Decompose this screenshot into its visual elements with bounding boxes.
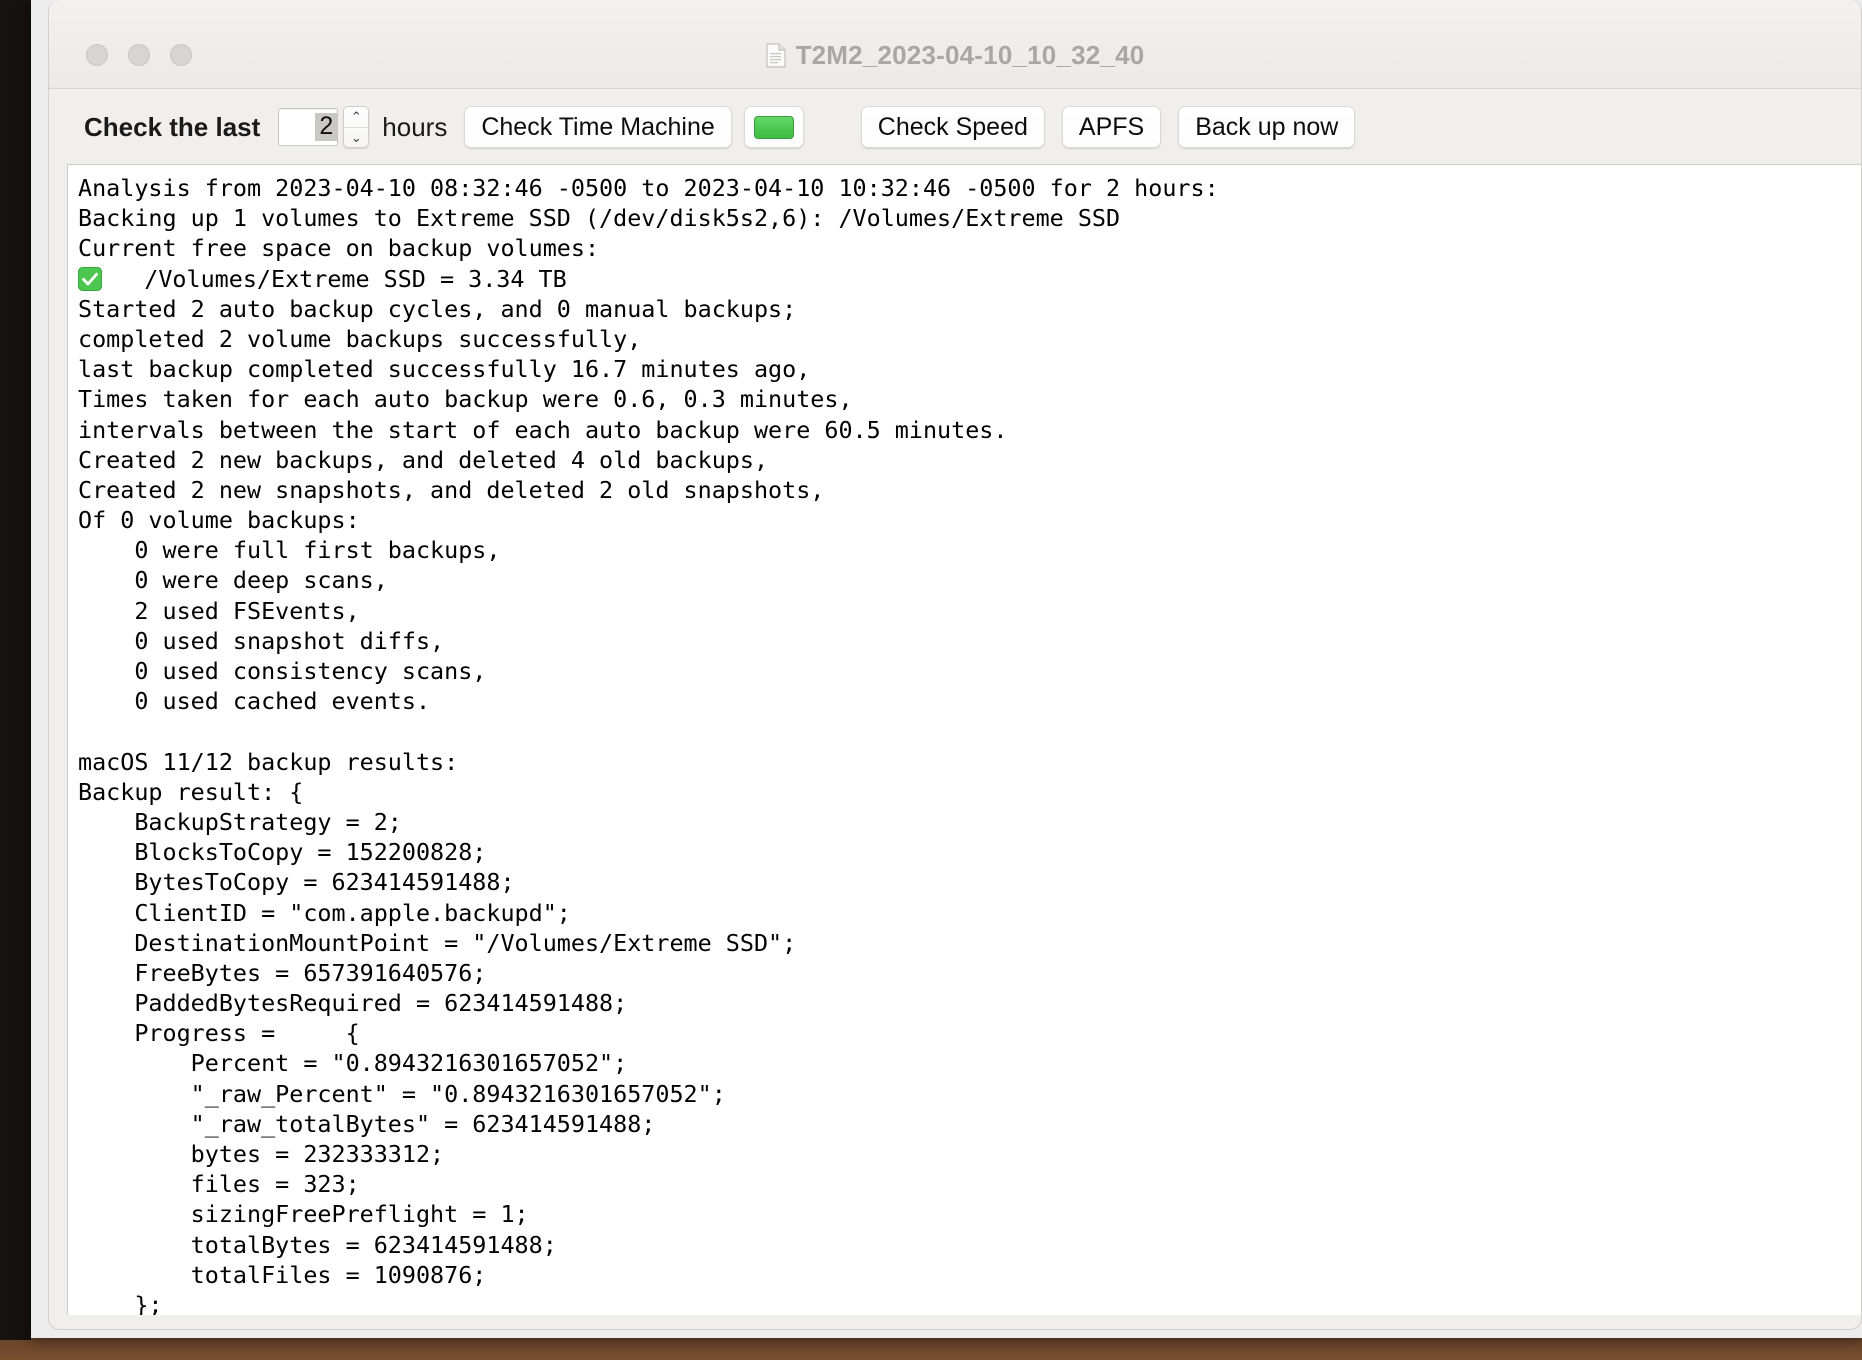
hours-input-value: 2	[315, 113, 338, 141]
log-line: 0 used snapshot diffs,	[78, 626, 445, 655]
log-line: totalFiles = 1090876;	[78, 1260, 487, 1289]
title-bar-center: T2M2_2023-04-10_10_32_40	[49, 40, 1861, 71]
log-line: BackupStrategy = 2;	[78, 807, 402, 836]
log-line: Times taken for each auto backup were 0.…	[78, 385, 853, 414]
log-line: 0 were full first backups,	[78, 536, 501, 565]
check-last-label: Check the last	[84, 111, 261, 142]
status-indicator-container	[743, 106, 804, 148]
hours-unit-label: hours	[382, 111, 448, 142]
log-line: "_raw_totalBytes" = 623414591488;	[78, 1109, 656, 1138]
log-line: totalBytes = 623414591488;	[78, 1230, 557, 1259]
log-line: Analysis from 2023-04-10 08:32:46 -0500 …	[78, 174, 1219, 202]
apfs-button[interactable]: APFS	[1061, 106, 1162, 148]
stepper-down-icon[interactable]: ⌄	[344, 128, 368, 148]
desktop-left-gutter	[0, 0, 31, 1340]
log-line: Started 2 auto backup cycles, and 0 manu…	[78, 294, 797, 323]
check-speed-button[interactable]: Check Speed	[860, 106, 1045, 148]
log-line: FreeBytes = 657391640576;	[78, 958, 487, 987]
minimize-button[interactable]	[128, 44, 150, 66]
log-line: macOS 11/12 backup results:	[78, 747, 459, 776]
document-icon	[765, 43, 786, 68]
log-line: Created 2 new backups, and deleted 4 old…	[78, 445, 769, 474]
log-line: ClientID = "com.apple.backupd";	[78, 898, 571, 927]
log-line: };	[78, 1290, 163, 1315]
window-controls	[86, 44, 192, 66]
window-content: T2M2_2023-04-10_10_32_40 Check the last …	[48, 0, 1862, 1330]
log-line: /Volumes/Extreme SSD = 3.34 TB	[78, 264, 1861, 294]
log-line: DestinationMountPoint = "/Volumes/Extrem…	[78, 928, 797, 957]
log-line: Backup result: {	[78, 777, 304, 806]
log-line: last backup completed successfully 16.7 …	[78, 355, 811, 384]
log-line: files = 323;	[78, 1170, 360, 1199]
log-line: sizingFreePreflight = 1;	[78, 1200, 529, 1229]
log-line: 0 were deep scans,	[78, 566, 388, 595]
log-line: Percent = "0.8943216301657052";	[78, 1049, 628, 1078]
log-output-scroll-area[interactable]: Analysis from 2023-04-10 08:32:46 -0500 …	[67, 164, 1861, 1315]
log-line: BytesToCopy = 623414591488;	[78, 868, 515, 897]
check-time-machine-button[interactable]: Check Time Machine	[464, 106, 732, 148]
log-line: Created 2 new snapshots, and deleted 2 o…	[78, 475, 825, 504]
log-line: intervals between the start of each auto…	[78, 415, 1008, 444]
app-window: T2M2_2023-04-10_10_32_40 Check the last …	[31, 0, 1862, 1338]
log-line: 2 used FSEvents,	[78, 596, 360, 625]
hours-input[interactable]: 2	[278, 108, 339, 146]
log-line: completed 2 volume backups successfully,	[78, 324, 642, 353]
log-line: PaddedBytesRequired = 623414591488;	[78, 989, 628, 1018]
log-line: "_raw_Percent" = "0.8943216301657052";	[78, 1079, 726, 1108]
log-output-text: Analysis from 2023-04-10 08:32:46 -0500 …	[68, 165, 1861, 1315]
log-line: Current free space on backup volumes:	[78, 234, 600, 263]
log-line: Progress = {	[78, 1019, 360, 1048]
log-line: Of 0 volume backups:	[78, 506, 360, 535]
log-line: 0 used consistency scans,	[78, 657, 487, 685]
screen: T2M2_2023-04-10_10_32_40 Check the last …	[0, 0, 1862, 1360]
log-line: bytes = 232333312;	[78, 1140, 445, 1168]
zoom-button[interactable]	[170, 44, 192, 66]
title-bar: T2M2_2023-04-10_10_32_40	[49, 0, 1861, 89]
stepper-up-icon[interactable]: ⌃	[344, 107, 369, 128]
close-button[interactable]	[86, 44, 108, 66]
status-indicator	[753, 115, 794, 139]
hours-stepper[interactable]: ⌃ ⌄	[343, 106, 370, 148]
toolbar: Check the last 2 ⌃ ⌄ hours Check Time Ma…	[49, 89, 1861, 165]
window-title: T2M2_2023-04-10_10_32_40	[795, 40, 1145, 70]
back-up-now-button[interactable]: Back up now	[1178, 106, 1356, 148]
log-line: 0 used cached events.	[78, 687, 431, 716]
success-check-icon	[78, 266, 102, 291]
log-line: BlocksToCopy = 152200828;	[78, 838, 487, 867]
log-line: Backing up 1 volumes to Extreme SSD (/de…	[78, 204, 1121, 233]
